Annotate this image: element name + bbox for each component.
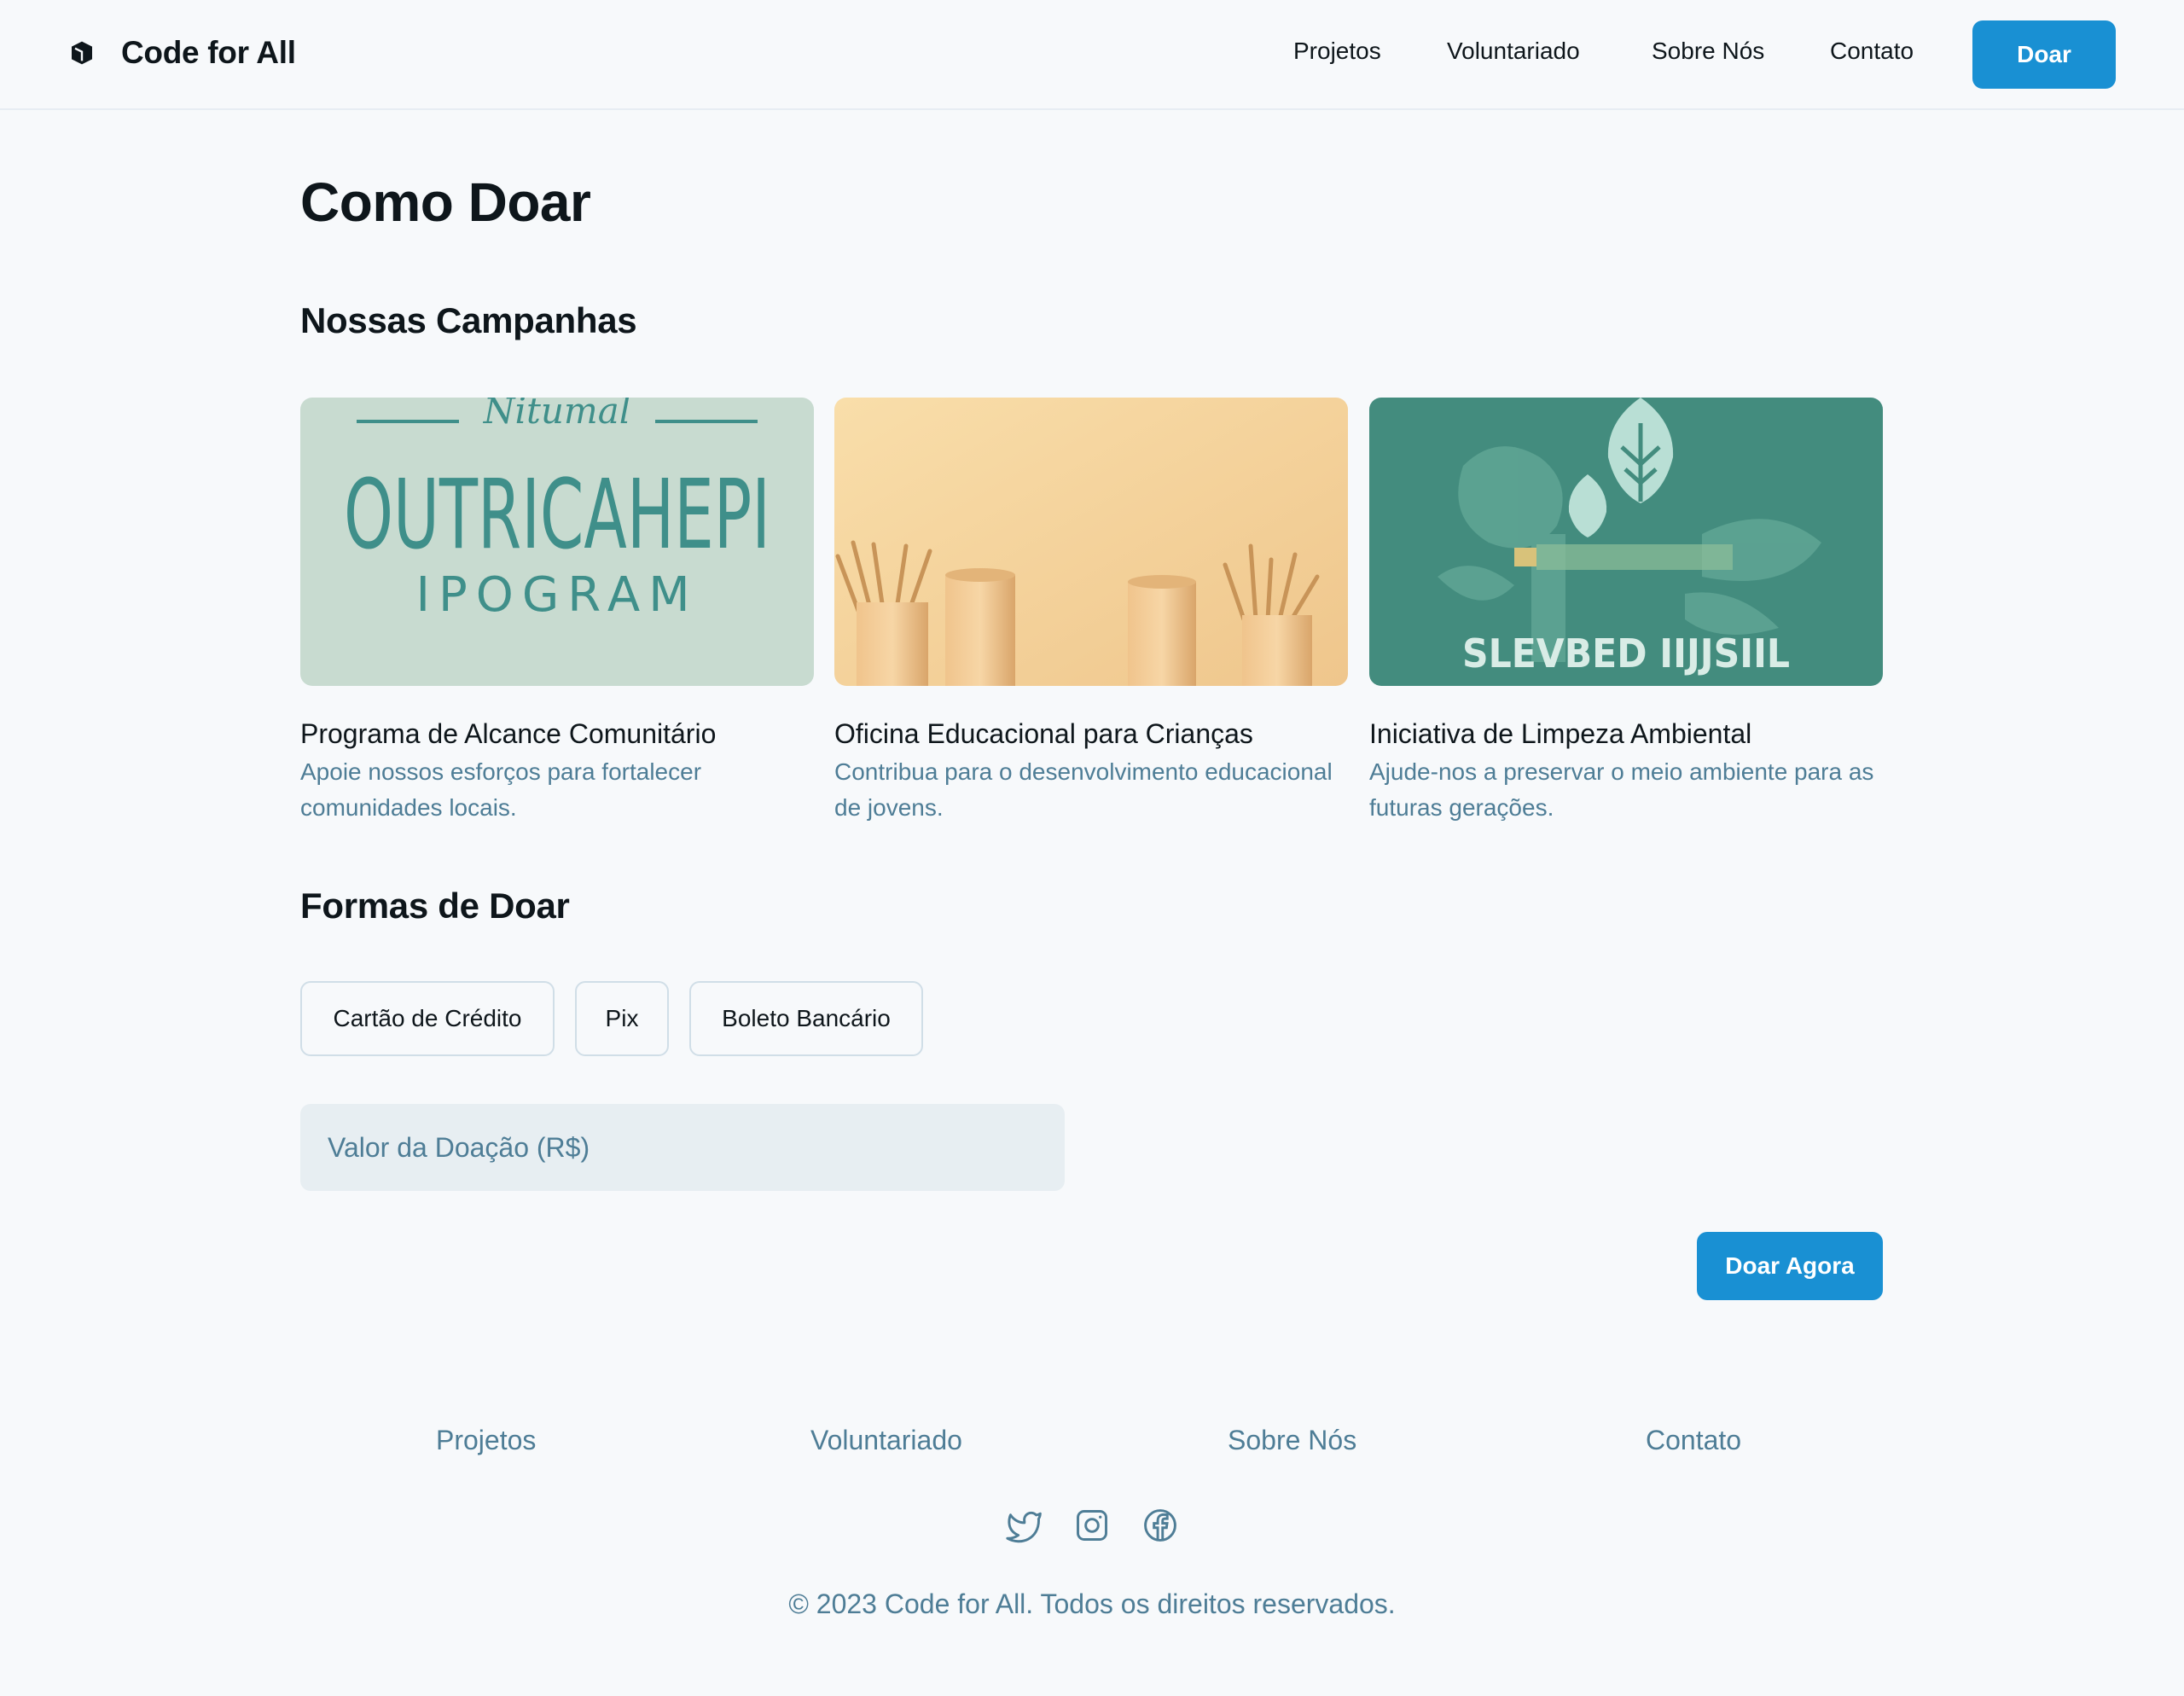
footer-link-projetos[interactable]: Projetos — [436, 1425, 536, 1456]
campaigns-section-title: Nossas Campanhas — [300, 300, 637, 340]
header-donate-button[interactable]: Doar — [1972, 20, 2116, 89]
instagram-icon[interactable] — [1073, 1507, 1111, 1544]
campaign-description: Contribua para o desenvolvimento educaci… — [834, 758, 1333, 821]
footer-link-sobre-nos[interactable]: Sobre Nós — [1228, 1425, 1356, 1456]
page-title: Como Doar — [300, 171, 591, 233]
campaign-title: Programa de Alcance Comunitário — [300, 718, 717, 749]
campaign-title: Oficina Educacional para Crianças — [834, 718, 1253, 749]
campaign-description: Apoie nossos esforços para fortalecer co… — [300, 758, 702, 821]
twitter-icon[interactable] — [1006, 1507, 1043, 1544]
site-header: Code for All Projetos Voluntariado Sobre… — [0, 0, 2184, 110]
nav-projetos[interactable]: Projetos — [1293, 38, 1381, 72]
campaign-image-sub-text: IPOGRAM — [415, 567, 698, 623]
donation-amount-input[interactable] — [300, 1104, 1065, 1191]
footer-link-contato[interactable]: Contato — [1646, 1425, 1741, 1456]
campaign-description: Ajude-nos a preservar o meio ambiente pa… — [1369, 758, 1874, 821]
brand-title: Code for All — [121, 35, 296, 70]
cube-logo-icon — [72, 41, 92, 65]
payment-method-credit-card[interactable]: Cartão de Crédito — [300, 981, 555, 1056]
nav-voluntariado[interactable]: Voluntariado — [1447, 38, 1580, 72]
payment-method-boleto[interactable]: Boleto Bancário — [689, 981, 923, 1056]
copyright-text: © 2023 Code for All. Todos os direitos r… — [788, 1589, 1396, 1619]
campaign-card-education[interactable]: Oficina Educacional para Crianças Contri… — [834, 398, 1348, 826]
campaign-image-education — [834, 398, 1348, 686]
nav-contato[interactable]: Contato — [1830, 38, 1914, 72]
facebook-icon[interactable] — [1141, 1507, 1179, 1544]
campaign-image-main-text: OUTRICAHEPI — [344, 460, 770, 571]
brand[interactable]: Code for All — [68, 31, 296, 75]
payment-section-title: Formas de Doar — [300, 886, 570, 926]
campaign-card-environment[interactable]: SLEVBED IIJJSIIL Iniciativa de Limpeza A… — [1369, 398, 1883, 826]
campaign-image-environment: SLEVBED IIJJSIIL — [1369, 398, 1883, 686]
campaign-card-community[interactable]: Nitumal OUTRICAHEPI IPOGRAM Programa de … — [300, 398, 814, 826]
campaign-title: Iniciativa de Limpeza Ambiental — [1369, 718, 1752, 749]
campaign-image-caption-text: SLEVBED IIJJSIIL — [1462, 630, 1790, 677]
donate-now-button[interactable]: Doar Agora — [1697, 1232, 1883, 1300]
campaign-image-community: Nitumal OUTRICAHEPI IPOGRAM — [300, 398, 814, 686]
campaign-image-script-text: Nitumal — [483, 398, 630, 432]
payment-method-pix[interactable]: Pix — [575, 981, 669, 1056]
nav-sobre-nos[interactable]: Sobre Nós — [1652, 38, 1764, 72]
footer-link-voluntariado[interactable]: Voluntariado — [810, 1425, 962, 1456]
